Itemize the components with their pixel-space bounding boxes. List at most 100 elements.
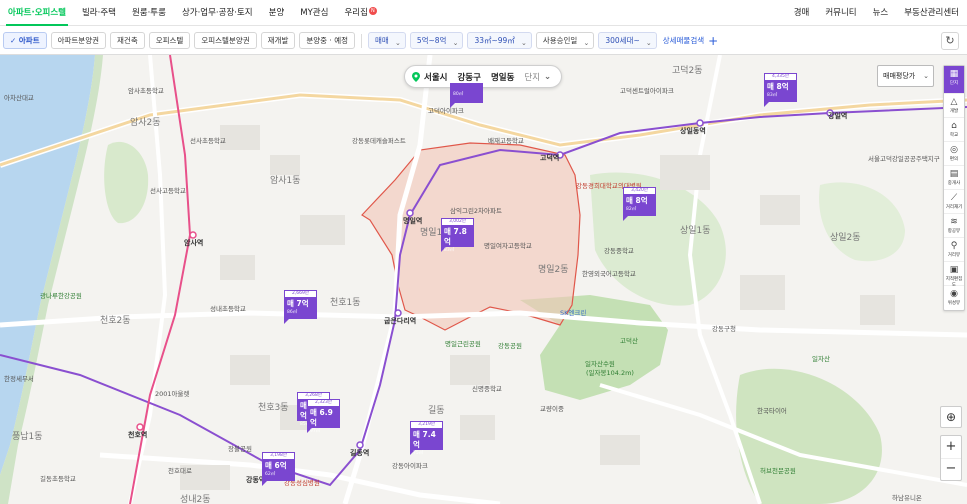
price-marker[interactable]: 2,323만 매 6.9억 97㎡ <box>307 399 340 434</box>
detail-search-link[interactable]: 상세매물검색 <box>663 35 704 46</box>
filter-officetel-presale-right[interactable]: 오피스텔분양권 <box>194 32 257 49</box>
filter-bar: ✓ 아파트 아파트분양권 재건축 오피스텔 오피스텔분양권 재개발 분양중 · … <box>0 27 967 55</box>
trade-type-select[interactable]: 매매 ⌄ <box>368 32 406 49</box>
price-marker[interactable]: 3,219만 매 7.4억 75㎡ <box>410 421 443 456</box>
link-news[interactable]: 뉴스 <box>865 0 897 26</box>
marker-count: 4,335만 <box>764 73 797 80</box>
tool-satellite-view[interactable]: ◉ 위성뷰 <box>944 286 964 310</box>
park-shape <box>590 172 726 306</box>
tab-oneroom-tworoom[interactable]: 원룸·투룸 <box>124 0 174 26</box>
marker-count: 2,323만 <box>307 399 340 406</box>
area-range-select[interactable]: 33㎡~99㎡ ⌄ <box>467 32 532 49</box>
location-complex[interactable]: 단지 <box>524 71 540 83</box>
tab-presale[interactable]: 분양 <box>261 0 293 26</box>
place-label: 선사고등학교 <box>150 187 186 195</box>
filter-officetel[interactable]: 오피스텔 <box>148 32 191 49</box>
tab-my-home[interactable]: 우리집 N <box>336 0 384 26</box>
chevron-down-icon: ⌄ <box>394 39 401 47</box>
place-label: 한국타이어 <box>757 407 787 415</box>
price-marker[interactable]: 80㎡ <box>450 83 483 108</box>
price-marker[interactable]: 4,335만 매 8억 83㎡ <box>764 73 797 107</box>
location-breadcrumb[interactable]: 서울시 강동구 명일동 단지 ⌄ <box>404 65 563 88</box>
tab-commercial[interactable]: 상가·업무·공장·토지 <box>174 0 261 26</box>
households-select[interactable]: 300세대~ ⌄ <box>598 32 657 49</box>
approval-date-select[interactable]: 사용승인일 ⌄ <box>535 32 595 49</box>
filter-reconstruction[interactable]: 재건축 <box>110 32 145 49</box>
chevron-down-icon: ⌄ <box>923 72 929 80</box>
marker-count: 3,420만 <box>623 187 656 194</box>
zoom-out-button[interactable]: − <box>941 459 961 481</box>
tool-cadastral-map[interactable]: ▣ 지적편집도 <box>944 262 964 288</box>
top-navigation-right: 경매 커뮤니티 뉴스 부동산관리센터 <box>786 0 967 26</box>
zoom-in-button[interactable]: + <box>941 436 961 459</box>
place-label: 강동중학교 <box>604 247 634 255</box>
marker-price: 매 7.8억 <box>444 227 467 246</box>
tab-apartment-officetel[interactable]: 아파트·오피스텔 <box>0 0 74 26</box>
chevron-down-icon: ⌄ <box>645 39 652 47</box>
station-label: 명일역 <box>403 217 423 225</box>
price-marker[interactable]: 3,420만 매 8억 82㎡ <box>623 187 656 221</box>
place-label: 명일여자고등학교 <box>484 242 532 250</box>
marker-box: 매 7.4억 75㎡ <box>410 428 443 456</box>
map-toolbar: ▦ 단지 △ 개발 ⌂ 학교 ◎ 편의 ▤ 중개사 ⟋ 거리재기 ≋ 항공뷰 ⚲ 거리뷰 ▣ 지적… <box>943 65 965 311</box>
price-type-value: 매매평당가 <box>883 72 916 80</box>
filter-redevelopment[interactable]: 재개발 <box>260 32 296 49</box>
marker-area: 80㎡ <box>453 92 464 97</box>
place-label: 암사초등학교 <box>128 87 164 95</box>
place-label: 일자산 <box>812 355 830 363</box>
tool-aerial-view[interactable]: ≋ 항공뷰 <box>944 214 964 238</box>
aerial-icon: ≋ <box>950 217 958 227</box>
marker-count: 3,268만 <box>297 392 330 399</box>
tool-convenience[interactable]: ◎ 편의 <box>944 142 964 166</box>
price-marker[interactable]: 3,198만 매 6억 62㎡ <box>262 452 295 486</box>
station-label: 길동역 <box>350 449 370 457</box>
cadastral-icon: ▣ <box>949 265 959 275</box>
filter-apartment[interactable]: ✓ 아파트 <box>3 32 47 49</box>
add-filter-button[interactable]: + <box>708 34 718 48</box>
link-agent-center[interactable]: 부동산관리센터 <box>896 0 967 26</box>
place-label: 강동아이파크 <box>392 462 428 470</box>
current-location-button[interactable]: ⊕ <box>940 406 962 428</box>
park-label: 강동공원 <box>498 342 522 350</box>
tab-villa-house[interactable]: 빌라·주택 <box>74 0 124 26</box>
place-label: 한영외국어고등학교 <box>582 270 636 278</box>
tool-measure-distance[interactable]: ⟋ 거리재기 <box>944 190 964 214</box>
place-label: SK엔크린 <box>560 309 587 317</box>
place-label: 길동초등학교 <box>40 475 76 483</box>
tool-agent[interactable]: ▤ 중개사 <box>944 166 964 190</box>
tab-my-interest[interactable]: MY관심 <box>292 0 336 26</box>
location-city[interactable]: 서울시 <box>424 71 447 83</box>
tool-school[interactable]: ⌂ 학교 <box>944 118 964 142</box>
link-auction[interactable]: 경매 <box>786 0 818 26</box>
tool-development[interactable]: △ 개발 <box>944 94 964 118</box>
link-community[interactable]: 커뮤니티 <box>817 0 864 26</box>
park-label: 고덕산 <box>620 337 638 345</box>
marker-area: 83㎡ <box>767 93 778 98</box>
marker-count: 3,002만 <box>441 218 474 225</box>
price-type-select[interactable]: 매매평당가 ⌄ <box>877 65 934 87</box>
complex-icon: ▦ <box>949 69 959 79</box>
location-dong[interactable]: 명일동 <box>491 71 514 83</box>
park-label: (일자봉104.2m) <box>586 369 634 377</box>
tool-label: 중개사 <box>947 181 961 186</box>
tool-street-view[interactable]: ⚲ 거리뷰 <box>944 238 964 262</box>
price-marker[interactable]: 2,669만 매 7억 86㎡ <box>284 290 317 324</box>
refresh-icon[interactable]: ↻ <box>941 32 959 50</box>
marker-box: 매 8억 82㎡ <box>623 194 656 216</box>
place-label: 교량이중 <box>540 405 564 413</box>
location-district[interactable]: 강동구 <box>457 71 480 83</box>
place-label: 허브천문공원 <box>760 467 796 475</box>
tool-label: 항공뷰 <box>947 229 961 234</box>
price-marker[interactable]: 3,002만 매 7.8억 83㎡ <box>441 218 474 253</box>
dong-label: 천호1동 <box>330 298 361 308</box>
marker-price: 매 7.4억 <box>413 430 436 449</box>
major-road <box>0 310 967 338</box>
place-label: 하남유니온 <box>892 494 922 502</box>
marker-price: 매 6.9억 <box>310 408 333 427</box>
top-navigation: 아파트·오피스텔 빌라·주택 원룸·투룸 상가·업무·공장·토지 분양 MY관심… <box>0 0 967 26</box>
price-range-select[interactable]: 5억~8억 ⌄ <box>409 32 464 49</box>
map-canvas[interactable]: 암사2동 암사1동 명일1동 명일2동 상일1동 상일2동 천호1동 천호2동 … <box>0 55 967 504</box>
tool-complex[interactable]: ▦ 단지 <box>944 66 964 94</box>
filter-presale-upcoming[interactable]: 분양중 · 예정 <box>299 32 355 49</box>
filter-apartment-presale-right[interactable]: 아파트분양권 <box>50 32 107 49</box>
